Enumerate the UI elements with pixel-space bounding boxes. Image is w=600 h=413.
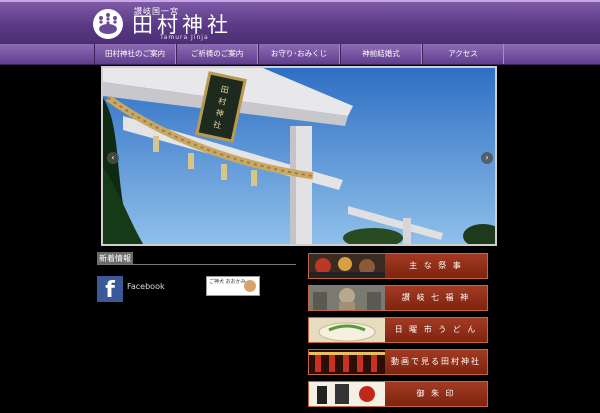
festival-photo bbox=[309, 254, 385, 278]
goshuin-photo bbox=[309, 382, 385, 406]
nav-item-access[interactable]: アクセス bbox=[422, 44, 504, 64]
hero-slider[interactable]: 田 村 神 社 bbox=[101, 66, 497, 246]
torii-photo: 田 村 神 社 bbox=[103, 68, 495, 244]
seven-gods-photo bbox=[309, 286, 385, 310]
banner-video[interactable]: 動画で見る田村神社 bbox=[308, 349, 488, 375]
udon-photo bbox=[309, 318, 385, 342]
banner-seven-gods[interactable]: 讃 岐 七 福 神 bbox=[308, 285, 488, 311]
chevron-left-icon: ‹ bbox=[111, 153, 115, 162]
site-romaji: Tamura Jinja bbox=[160, 34, 209, 41]
site-header: 讃岐国一宮 田村神社 Tamura Jinja bbox=[0, 0, 600, 44]
nav-item-wedding[interactable]: 神前結婚式 bbox=[340, 44, 422, 64]
omikuji-banner-text: ご神犬 おおかみ bbox=[209, 279, 246, 285]
banner-udon[interactable]: 日 曜 市 う ど ん bbox=[308, 317, 488, 343]
nav-item-guide[interactable]: 田村神社のご案内 bbox=[94, 44, 176, 64]
banner-video-label: 動画で見る田村神社 bbox=[391, 357, 481, 366]
banner-goshuin-label: 御 朱 印 bbox=[416, 389, 456, 398]
nav-item-prayer[interactable]: ご祈祷のご案内 bbox=[176, 44, 258, 64]
slider-prev-button[interactable]: ‹ bbox=[107, 152, 119, 164]
banner-festivals-label: 主 な 祭 事 bbox=[409, 261, 463, 270]
dog-icon bbox=[244, 280, 256, 292]
video-photo bbox=[309, 350, 385, 374]
facebook-icon[interactable]: f bbox=[97, 276, 123, 303]
nav-item-amulets[interactable]: お守り･おみくじ bbox=[258, 44, 340, 64]
banner-seven-gods-label: 讃 岐 七 福 神 bbox=[401, 293, 471, 302]
chevron-right-icon: › bbox=[485, 153, 489, 162]
banner-udon-label: 日 曜 市 う ど ん bbox=[394, 325, 478, 334]
banner-goshuin[interactable]: 御 朱 印 bbox=[308, 381, 488, 407]
kiri-crest-icon[interactable] bbox=[92, 8, 124, 40]
slider-next-button[interactable]: › bbox=[481, 152, 493, 164]
news-divider bbox=[97, 264, 296, 265]
banner-festivals[interactable]: 主 な 祭 事 bbox=[308, 253, 488, 279]
omikuji-banner[interactable]: ご神犬 おおかみ bbox=[206, 276, 260, 296]
side-banners: 主 な 祭 事 讃 岐 七 福 神 日 曜 市 う ど ん 動画で見る田村神社 bbox=[308, 253, 488, 413]
facebook-link[interactable]: Facebook bbox=[127, 282, 165, 291]
site-title[interactable]: 田村神社 bbox=[132, 14, 232, 36]
main-nav: 田村神社のご案内 ご祈祷のご案内 お守り･おみくじ 神前結婚式 アクセス bbox=[0, 44, 600, 65]
